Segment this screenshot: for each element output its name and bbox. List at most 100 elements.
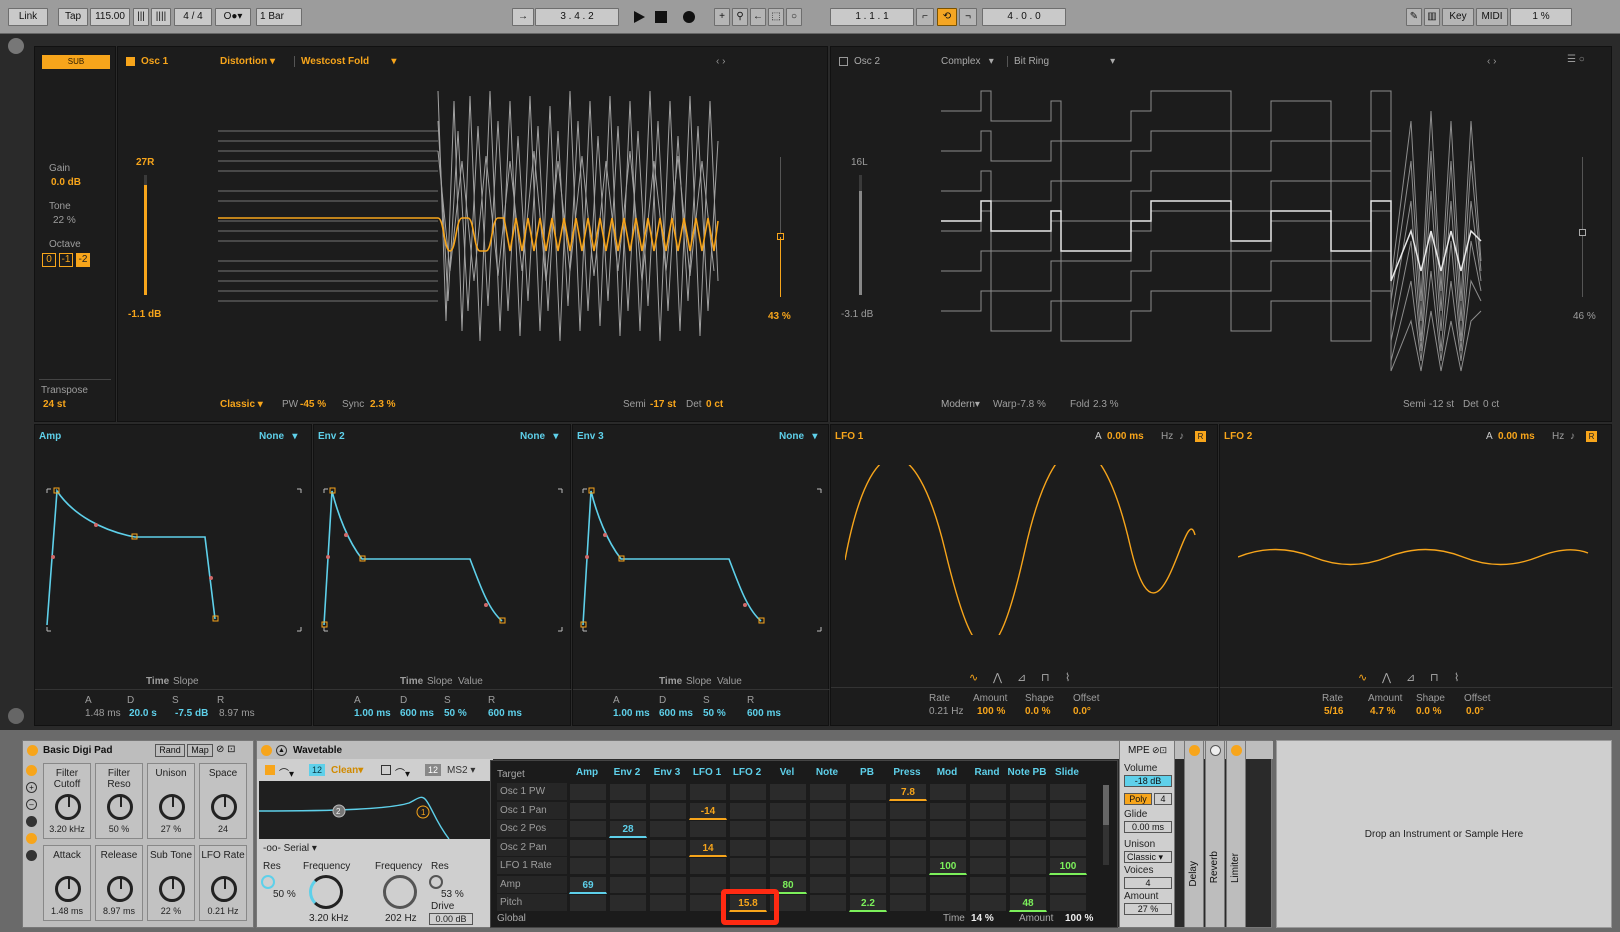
matrix-cell[interactable] bbox=[1049, 783, 1087, 801]
matrix-target-osc-2-pan[interactable]: Osc 2 Pan bbox=[497, 838, 567, 856]
lfo2-shape-value[interactable]: 0.0 % bbox=[1416, 706, 1442, 717]
matrix-cell[interactable] bbox=[929, 801, 967, 820]
matrix-cell[interactable] bbox=[729, 857, 767, 875]
matrix-source-lfo-1[interactable]: LFO 1 bbox=[687, 767, 727, 778]
filter2-res-value[interactable]: 53 % bbox=[441, 889, 464, 900]
filter1-res-knob[interactable] bbox=[261, 875, 275, 889]
matrix-cell[interactable] bbox=[769, 801, 807, 820]
matrix-cell[interactable] bbox=[809, 894, 847, 912]
quantize-dropdown[interactable]: 1 Bar bbox=[256, 8, 302, 26]
osc1-mode-dropdown[interactable]: Classic ▾ bbox=[220, 399, 263, 410]
rack-macro-view-icon[interactable] bbox=[26, 765, 37, 776]
key-map-button[interactable]: Key bbox=[1442, 8, 1474, 26]
env3-release-value[interactable]: 600 ms bbox=[747, 708, 781, 719]
poly-button[interactable]: Poly bbox=[1124, 793, 1152, 805]
matrix-target-osc-1-pw[interactable]: Osc 1 PW bbox=[497, 783, 567, 800]
lfo1-offset-value[interactable]: 0.0° bbox=[1073, 706, 1091, 717]
matrix-cell[interactable] bbox=[769, 838, 807, 857]
lfo2-hz-toggle[interactable]: Hz bbox=[1552, 431, 1564, 442]
matrix-cell[interactable] bbox=[849, 838, 887, 857]
transpose-value[interactable]: 24 st bbox=[43, 399, 66, 410]
osc1-det-value[interactable]: 0 ct bbox=[706, 399, 723, 410]
lfo1-hz-toggle[interactable]: Hz bbox=[1161, 431, 1173, 442]
env3-attack-value[interactable]: 1.00 ms bbox=[613, 708, 650, 719]
filter2-type-icon[interactable]: ⌒▾ bbox=[395, 765, 410, 780]
arrangement-position-field[interactable]: 3 . 4 . 2 bbox=[535, 8, 619, 26]
matrix-cell[interactable] bbox=[809, 857, 847, 875]
filter2-slope[interactable]: 12 bbox=[425, 764, 441, 776]
lfo1-shape-random-icon[interactable]: ⌇ bbox=[1065, 671, 1070, 684]
nudge-icon[interactable]: |||| bbox=[151, 8, 171, 26]
matrix-cell[interactable] bbox=[929, 894, 967, 912]
matrix-cell[interactable] bbox=[1009, 875, 1047, 894]
filter-response-display[interactable]: 2 1 bbox=[259, 781, 491, 839]
poly-voices-dropdown[interactable]: 4 bbox=[1154, 793, 1172, 805]
matrix-cell[interactable] bbox=[809, 820, 847, 838]
osc2-position-slider[interactable] bbox=[1579, 157, 1586, 297]
matrix-cell[interactable]: 100 bbox=[1049, 857, 1087, 875]
matrix-cell[interactable] bbox=[889, 838, 927, 857]
matrix-cell[interactable]: 14 bbox=[689, 838, 727, 857]
stop-icon[interactable] bbox=[655, 11, 667, 23]
matrix-cell[interactable] bbox=[849, 820, 887, 838]
loop-length-field[interactable]: 4 . 0 . 0 bbox=[982, 8, 1066, 26]
rack-map-button[interactable]: Map bbox=[187, 744, 213, 757]
matrix-cell[interactable] bbox=[649, 783, 687, 801]
matrix-cell[interactable] bbox=[649, 894, 687, 912]
matrix-source-env-3[interactable]: Env 3 bbox=[647, 767, 687, 778]
macro-8[interactable]: LFO Rate 0.21 Hz bbox=[199, 845, 247, 921]
octave-0-button[interactable]: 0 bbox=[42, 253, 56, 267]
osc1-level-meter[interactable] bbox=[144, 175, 147, 295]
unison-mode-dropdown[interactable]: Classic ▾ bbox=[1124, 851, 1172, 863]
rack-rand-button[interactable]: Rand bbox=[155, 744, 185, 757]
macro-knob[interactable] bbox=[107, 794, 133, 820]
draw-mode-icon[interactable]: ✎ bbox=[1406, 8, 1422, 26]
env2-tab-time[interactable]: Time bbox=[400, 676, 423, 687]
env3-tab-slope[interactable]: Slope bbox=[686, 676, 712, 687]
matrix-target-amp[interactable]: Amp bbox=[497, 875, 567, 893]
env3-tab-time[interactable]: Time bbox=[659, 676, 682, 687]
matrix-source-mod[interactable]: Mod bbox=[927, 767, 967, 778]
matrix-cell[interactable] bbox=[809, 838, 847, 857]
macro-knob[interactable] bbox=[159, 794, 185, 820]
matrix-target-lfo-1-rate[interactable]: LFO 1 Rate bbox=[497, 857, 567, 874]
matrix-cell[interactable] bbox=[729, 801, 767, 820]
matrix-cell[interactable] bbox=[609, 875, 647, 894]
filter2-circuit-dropdown[interactable]: MS2 ▾ bbox=[447, 765, 475, 776]
lfo2-amount-value[interactable]: 4.7 % bbox=[1370, 706, 1396, 717]
amp-env-mode-dropdown[interactable]: None ▾ bbox=[259, 431, 297, 442]
filter-routing-dropdown[interactable]: -oo- Serial ▾ bbox=[263, 843, 317, 854]
record-icon[interactable] bbox=[683, 11, 695, 23]
osc2-wavetable-display[interactable] bbox=[931, 81, 1501, 381]
matrix-cell[interactable] bbox=[1049, 875, 1087, 894]
matrix-cell[interactable] bbox=[769, 857, 807, 875]
filter2-res-knob[interactable] bbox=[429, 875, 443, 889]
matrix-cell[interactable] bbox=[1049, 838, 1087, 857]
matrix-cell[interactable]: -14 bbox=[689, 801, 727, 820]
rack-remove-macro-icon[interactable]: – bbox=[26, 799, 37, 810]
octave-minus1-button[interactable]: -1 bbox=[59, 253, 73, 267]
matrix-cell[interactable] bbox=[969, 783, 1007, 801]
device-view-toggle-icon[interactable] bbox=[8, 38, 24, 54]
matrix-cell[interactable]: 100 bbox=[929, 857, 967, 875]
filter1-frequency-knob[interactable] bbox=[309, 875, 343, 909]
osc1-pw-value[interactable]: -45 % bbox=[300, 399, 326, 410]
osc1-level-value[interactable]: -1.1 dB bbox=[128, 309, 161, 320]
matrix-cell[interactable] bbox=[609, 857, 647, 875]
macro-1[interactable]: Filter Cutoff 3.20 kHz bbox=[43, 763, 91, 839]
matrix-cell[interactable] bbox=[609, 894, 647, 912]
macro-4[interactable]: Space 24 bbox=[199, 763, 247, 839]
env3-tab-value[interactable]: Value bbox=[717, 676, 742, 687]
mpe-label[interactable]: MPE bbox=[1128, 745, 1150, 756]
osc2-warp-value[interactable]: -7.8 % bbox=[1017, 399, 1046, 410]
matrix-source-amp[interactable]: Amp bbox=[567, 767, 607, 778]
matrix-cell[interactable] bbox=[969, 820, 1007, 838]
matrix-cell[interactable] bbox=[889, 801, 927, 820]
reverb-power-icon[interactable] bbox=[1210, 745, 1221, 756]
matrix-source-press[interactable]: Press bbox=[887, 767, 927, 778]
matrix-cell[interactable] bbox=[689, 820, 727, 838]
matrix-cell[interactable] bbox=[889, 857, 927, 875]
filter2-toggle[interactable] bbox=[381, 765, 391, 775]
osc2-position-value[interactable]: 46 % bbox=[1573, 311, 1596, 322]
matrix-cell[interactable] bbox=[969, 801, 1007, 820]
